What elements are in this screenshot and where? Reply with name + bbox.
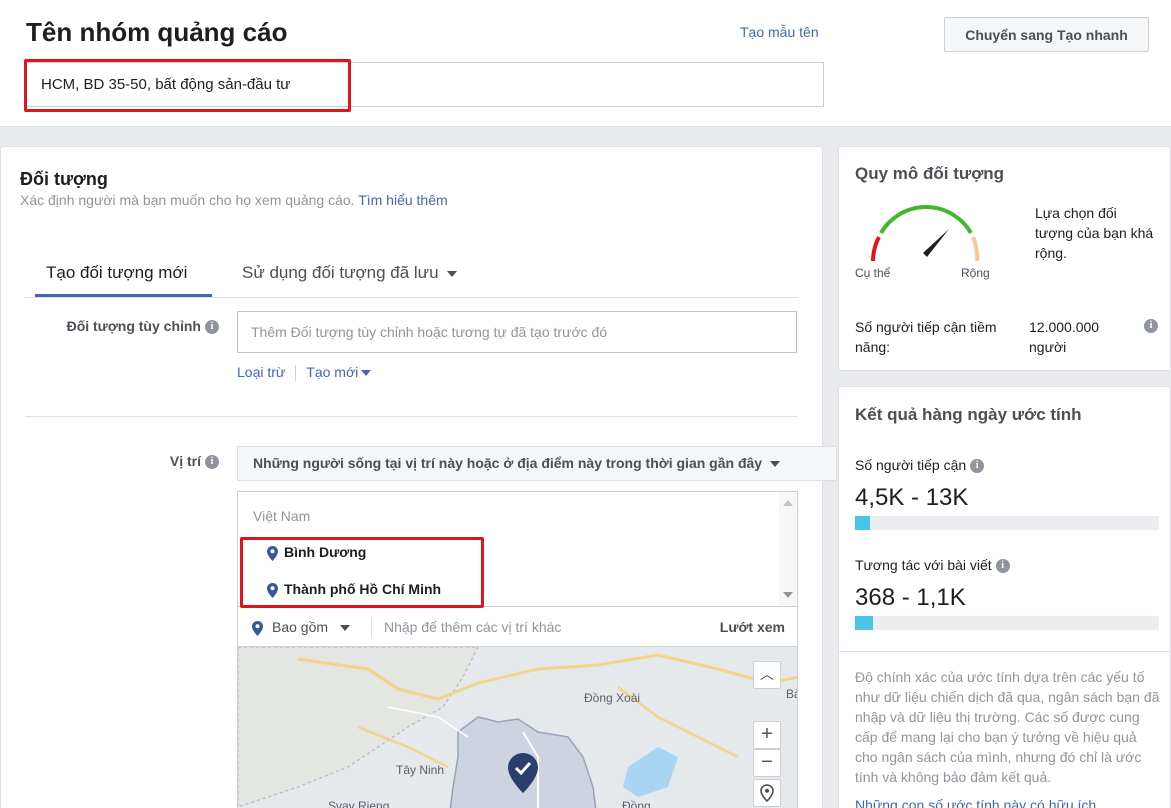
learn-more-link[interactable]: Tìm hiểu thêm [358, 192, 447, 208]
include-select[interactable]: Bao gồm [252, 619, 351, 636]
chevron-down-icon [770, 461, 781, 468]
info-icon[interactable]: i [995, 559, 1010, 574]
location-country: Việt Nam [253, 508, 311, 524]
zoom-in-button[interactable]: + [753, 721, 781, 749]
info-icon[interactable]: i [205, 455, 219, 470]
audience-size-title: Quy mô đối tượng [855, 164, 1005, 183]
map-pin-icon [267, 545, 278, 561]
potential-reach-value: 12.000.000 người [1029, 319, 1100, 355]
gauge-left-label: Cụ thể [855, 266, 891, 280]
minus-icon: − [761, 751, 773, 773]
engagement-bar [855, 616, 1159, 630]
zoom-out-button[interactable]: − [753, 749, 781, 777]
location-type-select[interactable]: Những người sống tại vị trí này hoặc ở đ… [237, 446, 837, 481]
map-label: Bà [786, 687, 797, 701]
potential-reach-label: Số người tiếp cận tiềm năng: [855, 319, 997, 355]
page-title: Tên nhóm quảng cáo [26, 17, 288, 47]
create-new-link[interactable]: Tạo mới [306, 364, 372, 380]
chevron-down-icon [340, 625, 351, 632]
engagement-label: Tương tác với bài viết i [855, 557, 1010, 574]
tab-create-new-audience[interactable]: Tạo đối tượng mới [46, 263, 187, 283]
scroll-up-icon[interactable] [783, 500, 793, 506]
scroll-down-icon[interactable] [783, 592, 793, 598]
audience-title: Đối tượng [20, 169, 108, 189]
reach-bar [855, 516, 1159, 530]
tab-border [25, 297, 798, 298]
audience-card: Đối tượng Xác định người mà bạn muốn cho… [0, 146, 837, 808]
location-item[interactable]: Bình Dương [267, 544, 366, 561]
audience-description: Xác định người mà bạn muốn cho họ xem qu… [20, 192, 448, 208]
gauge-right-label: Rộng [961, 266, 990, 280]
map-pin-icon [267, 582, 278, 598]
chevron-up-icon: ︿ [760, 666, 774, 682]
audience-size-description: Lựa chọn đối tượng của bạn khá rộng. [1035, 205, 1154, 261]
location-list-scrollbar[interactable] [779, 492, 797, 606]
reach-bar-fill [855, 516, 871, 530]
audience-gauge [871, 205, 980, 262]
map-collapse-button[interactable]: ︿ [753, 661, 781, 689]
custom-audience-input[interactable]: Thêm Đối tượng tùy chỉnh hoặc tương tự đ… [237, 311, 797, 353]
location-label: Vị trí i [21, 453, 219, 470]
daily-results-title: Kết quả hàng ngày ước tính [855, 405, 1082, 424]
active-tab-indicator [35, 294, 212, 297]
browse-button[interactable]: Lướt xem [720, 619, 785, 635]
include-separator [371, 617, 372, 637]
map-label: Đồng [622, 799, 651, 808]
switch-quick-create-button[interactable]: Chuyển sang Tạo nhanh [944, 17, 1149, 52]
map-label: Đồng Xoài [584, 691, 641, 705]
add-location-input[interactable]: Nhập để thêm các vị trí khác [384, 619, 561, 635]
location-include-row: Bao gồm Nhập để thêm các vị trí khác Lướ… [237, 607, 798, 647]
card-divider [839, 651, 1171, 652]
tab-use-saved-audience[interactable]: Sử dụng đối tượng đã lưu [242, 263, 457, 283]
map-pin-icon [252, 620, 263, 636]
ad-set-name-input[interactable]: HCM, BD 35-50, bất động sản-đầu tư [26, 62, 824, 107]
engagement-value: 368 - 1,1K [855, 584, 966, 611]
audience-size-card: Quy mô đối tượng Cụ thể Rộng Lựa chọn đố… [838, 146, 1171, 371]
accuracy-note: Độ chính xác của ước tính dựa trên các y… [855, 669, 1160, 785]
ad-set-name-card: Tên nhóm quảng cáo Tạo mẫu tên Chuyển sa… [0, 0, 1171, 127]
reach-value: 4,5K - 13K [855, 484, 969, 511]
map-label: Tây Ninh [396, 763, 445, 777]
daily-results-card: Kết quả hàng ngày ước tính Số người tiếp… [838, 386, 1171, 808]
chevron-down-icon [446, 270, 457, 277]
helpful-feedback-link[interactable]: Những con số ước tính này có hữu ích [855, 797, 1163, 808]
drop-pin-button[interactable] [753, 779, 781, 807]
name-template-link[interactable]: Tạo mẫu tên [740, 24, 819, 40]
location-list: Việt Nam Bình Dương Thành phố Hồ Chí Min… [237, 491, 798, 607]
engagement-bar-fill [855, 616, 874, 630]
info-icon[interactable]: i [205, 320, 219, 335]
reach-label: Số người tiếp cận i [855, 457, 985, 474]
plus-icon: + [761, 723, 773, 745]
info-icon[interactable]: i [1144, 319, 1158, 333]
exclude-link[interactable]: Loại trừ [237, 364, 285, 380]
location-map[interactable]: Đồng Xoài Tây Ninh Svay Rieng Đồng Bà ︿ … [237, 647, 798, 808]
custom-audience-label: Đối tượng tùy chỉnh i [21, 318, 219, 335]
section-divider [25, 416, 798, 417]
info-icon[interactable]: i [970, 459, 985, 474]
custom-audience-links: Loại trừ Tạo mới [237, 364, 372, 382]
link-separator [295, 365, 297, 382]
location-pin-icon [760, 784, 774, 803]
map-label: Svay Rieng [328, 799, 390, 808]
chevron-down-icon [361, 370, 372, 377]
map-marker-icon[interactable] [508, 753, 538, 793]
location-item[interactable]: Thành phố Hồ Chí Minh [267, 581, 441, 598]
